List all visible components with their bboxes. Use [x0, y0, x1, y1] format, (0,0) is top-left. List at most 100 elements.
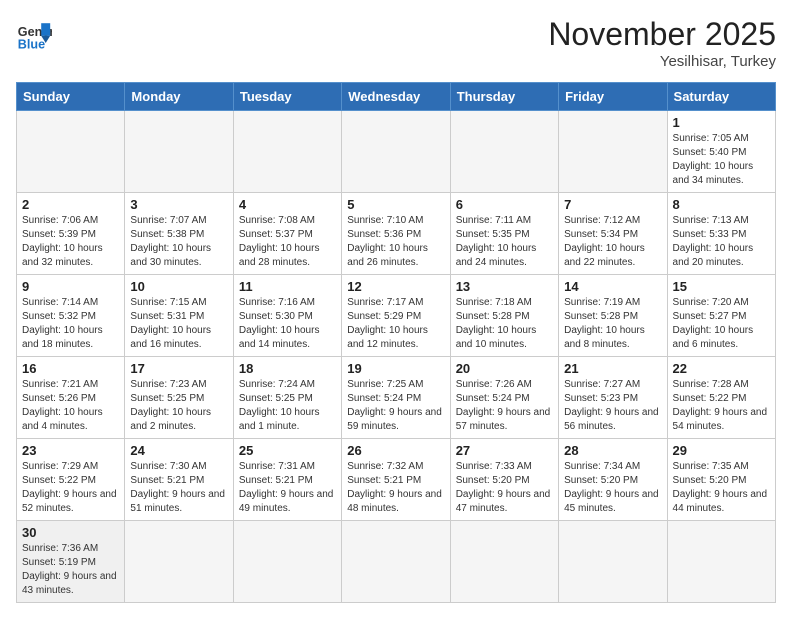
- calendar-cell: [17, 111, 125, 193]
- day-info: Sunrise: 7:23 AM Sunset: 5:25 PM Dayligh…: [130, 378, 227, 434]
- column-header-sunday: Sunday: [17, 83, 125, 111]
- day-number: 15: [673, 279, 770, 294]
- day-number: 7: [564, 197, 661, 212]
- day-info: Sunrise: 7:15 AM Sunset: 5:31 PM Dayligh…: [130, 296, 227, 352]
- calendar-cell: [667, 521, 775, 603]
- day-number: 13: [456, 279, 553, 294]
- location-subtitle: Yesilhisar, Turkey: [548, 53, 776, 70]
- day-info: Sunrise: 7:27 AM Sunset: 5:23 PM Dayligh…: [564, 378, 661, 434]
- calendar-cell: 22Sunrise: 7:28 AM Sunset: 5:22 PM Dayli…: [667, 357, 775, 439]
- calendar-cell: 2Sunrise: 7:06 AM Sunset: 5:39 PM Daylig…: [17, 193, 125, 275]
- day-number: 11: [239, 279, 336, 294]
- day-info: Sunrise: 7:26 AM Sunset: 5:24 PM Dayligh…: [456, 378, 553, 434]
- column-header-thursday: Thursday: [450, 83, 558, 111]
- day-info: Sunrise: 7:28 AM Sunset: 5:22 PM Dayligh…: [673, 378, 770, 434]
- day-number: 5: [347, 197, 444, 212]
- day-info: Sunrise: 7:35 AM Sunset: 5:20 PM Dayligh…: [673, 460, 770, 516]
- day-number: 8: [673, 197, 770, 212]
- calendar-cell: 10 Sunrise: 7:15 AM Sunset: 5:31 PM Dayli…: [125, 275, 233, 357]
- calendar-cell: 4 Sunrise: 7:08 AM Sunset: 5:37 PM Daylig…: [233, 193, 341, 275]
- day-info: Sunrise: 7:21 AM Sunset: 5:26 PM Dayligh…: [22, 378, 119, 434]
- calendar-cell: 21 Sunrise: 7:27 AM Sunset: 5:23 PM Dayli…: [559, 357, 667, 439]
- day-info: Sunrise: 7:19 AM Sunset: 5:28 PM Dayligh…: [564, 296, 661, 352]
- calendar-cell: [125, 111, 233, 193]
- calendar-cell: 15 Sunrise: 7:20 AM Sunset: 5:27 PM Dayli…: [667, 275, 775, 357]
- day-info: Sunrise: 7:36 AM Sunset: 5:19 PM Dayligh…: [22, 542, 119, 598]
- calendar-cell: 7 Sunrise: 7:12 AM Sunset: 5:34 PM Daylig…: [559, 193, 667, 275]
- calendar-cell: [342, 111, 450, 193]
- calendar-cell: [233, 111, 341, 193]
- day-info: Sunrise: 7:24 AM Sunset: 5:25 PM Dayligh…: [239, 378, 336, 434]
- calendar-cell: 5 Sunrise: 7:10 AM Sunset: 5:36 PM Daylig…: [342, 193, 450, 275]
- calendar-header-row: SundayMondayTuesdayWednesdayThursdayFrid…: [17, 83, 776, 111]
- calendar-cell: 9Sunrise: 7:14 AM Sunset: 5:32 PM Daylig…: [17, 275, 125, 357]
- day-number: 28: [564, 443, 661, 458]
- calendar-cell: 14 Sunrise: 7:19 AM Sunset: 5:28 PM Dayli…: [559, 275, 667, 357]
- day-number: 17: [130, 361, 227, 376]
- title-block: November 2025 Yesilhisar, Turkey: [548, 16, 776, 70]
- logo-icon: General Blue: [16, 16, 52, 52]
- calendar-cell: 26Sunrise: 7:32 AM Sunset: 5:21 PM Dayli…: [342, 439, 450, 521]
- day-info: Sunrise: 7:34 AM Sunset: 5:20 PM Dayligh…: [564, 460, 661, 516]
- calendar-cell: 20Sunrise: 7:26 AM Sunset: 5:24 PM Dayli…: [450, 357, 558, 439]
- day-info: Sunrise: 7:10 AM Sunset: 5:36 PM Dayligh…: [347, 214, 444, 270]
- day-number: 30: [22, 525, 119, 540]
- day-number: 16: [22, 361, 119, 376]
- day-info: Sunrise: 7:18 AM Sunset: 5:28 PM Dayligh…: [456, 296, 553, 352]
- calendar-cell: 16 Sunrise: 7:21 AM Sunset: 5:26 PM Dayli…: [17, 357, 125, 439]
- day-info: Sunrise: 7:29 AM Sunset: 5:22 PM Dayligh…: [22, 460, 119, 516]
- calendar-cell: 30 Sunrise: 7:36 AM Sunset: 5:19 PM Dayli…: [17, 521, 125, 603]
- calendar-cell: 8 Sunrise: 7:13 AM Sunset: 5:33 PM Daylig…: [667, 193, 775, 275]
- calendar-cell: [559, 521, 667, 603]
- day-number: 3: [130, 197, 227, 212]
- day-info: Sunrise: 7:25 AM Sunset: 5:24 PM Dayligh…: [347, 378, 444, 434]
- day-info: Sunrise: 7:05 AM Sunset: 5:40 PM Dayligh…: [673, 132, 770, 188]
- day-number: 14: [564, 279, 661, 294]
- calendar-cell: 3 Sunrise: 7:07 AM Sunset: 5:38 PM Daylig…: [125, 193, 233, 275]
- day-number: 9: [22, 279, 119, 294]
- day-number: 29: [673, 443, 770, 458]
- day-info: Sunrise: 7:12 AM Sunset: 5:34 PM Dayligh…: [564, 214, 661, 270]
- day-info: Sunrise: 7:31 AM Sunset: 5:21 PM Dayligh…: [239, 460, 336, 516]
- calendar-cell: 29 Sunrise: 7:35 AM Sunset: 5:20 PM Dayli…: [667, 439, 775, 521]
- day-info: Sunrise: 7:20 AM Sunset: 5:27 PM Dayligh…: [673, 296, 770, 352]
- day-number: 4: [239, 197, 336, 212]
- calendar-cell: [450, 111, 558, 193]
- column-header-friday: Friday: [559, 83, 667, 111]
- day-info: Sunrise: 7:08 AM Sunset: 5:37 PM Dayligh…: [239, 214, 336, 270]
- calendar-week-row: 30 Sunrise: 7:36 AM Sunset: 5:19 PM Dayli…: [17, 521, 776, 603]
- day-number: 19: [347, 361, 444, 376]
- calendar-cell: 23 Sunrise: 7:29 AM Sunset: 5:22 PM Dayli…: [17, 439, 125, 521]
- logo: General Blue: [16, 16, 52, 52]
- calendar-cell: [450, 521, 558, 603]
- day-info: Sunrise: 7:13 AM Sunset: 5:33 PM Dayligh…: [673, 214, 770, 270]
- day-number: 24: [130, 443, 227, 458]
- day-number: 23: [22, 443, 119, 458]
- column-header-wednesday: Wednesday: [342, 83, 450, 111]
- day-number: 27: [456, 443, 553, 458]
- calendar-cell: 18Sunrise: 7:24 AM Sunset: 5:25 PM Dayli…: [233, 357, 341, 439]
- day-number: 12: [347, 279, 444, 294]
- calendar-cell: [233, 521, 341, 603]
- day-info: Sunrise: 7:33 AM Sunset: 5:20 PM Dayligh…: [456, 460, 553, 516]
- calendar-cell: [342, 521, 450, 603]
- day-number: 21: [564, 361, 661, 376]
- calendar-cell: 11Sunrise: 7:16 AM Sunset: 5:30 PM Dayli…: [233, 275, 341, 357]
- calendar-week-row: 2Sunrise: 7:06 AM Sunset: 5:39 PM Daylig…: [17, 193, 776, 275]
- day-number: 25: [239, 443, 336, 458]
- svg-text:Blue: Blue: [18, 37, 45, 51]
- calendar-week-row: 1 Sunrise: 7:05 AM Sunset: 5:40 PM Daylig…: [17, 111, 776, 193]
- calendar-week-row: 23 Sunrise: 7:29 AM Sunset: 5:22 PM Dayli…: [17, 439, 776, 521]
- calendar-cell: 1 Sunrise: 7:05 AM Sunset: 5:40 PM Daylig…: [667, 111, 775, 193]
- calendar-cell: 6 Sunrise: 7:11 AM Sunset: 5:35 PM Daylig…: [450, 193, 558, 275]
- day-info: Sunrise: 7:32 AM Sunset: 5:21 PM Dayligh…: [347, 460, 444, 516]
- day-info: Sunrise: 7:07 AM Sunset: 5:38 PM Dayligh…: [130, 214, 227, 270]
- day-number: 2: [22, 197, 119, 212]
- calendar-cell: 25 Sunrise: 7:31 AM Sunset: 5:21 PM Dayli…: [233, 439, 341, 521]
- day-number: 1: [673, 115, 770, 130]
- day-number: 10: [130, 279, 227, 294]
- day-info: Sunrise: 7:11 AM Sunset: 5:35 PM Dayligh…: [456, 214, 553, 270]
- column-header-saturday: Saturday: [667, 83, 775, 111]
- page-header: General Blue November 2025 Yesilhisar, T…: [16, 16, 776, 70]
- day-number: 6: [456, 197, 553, 212]
